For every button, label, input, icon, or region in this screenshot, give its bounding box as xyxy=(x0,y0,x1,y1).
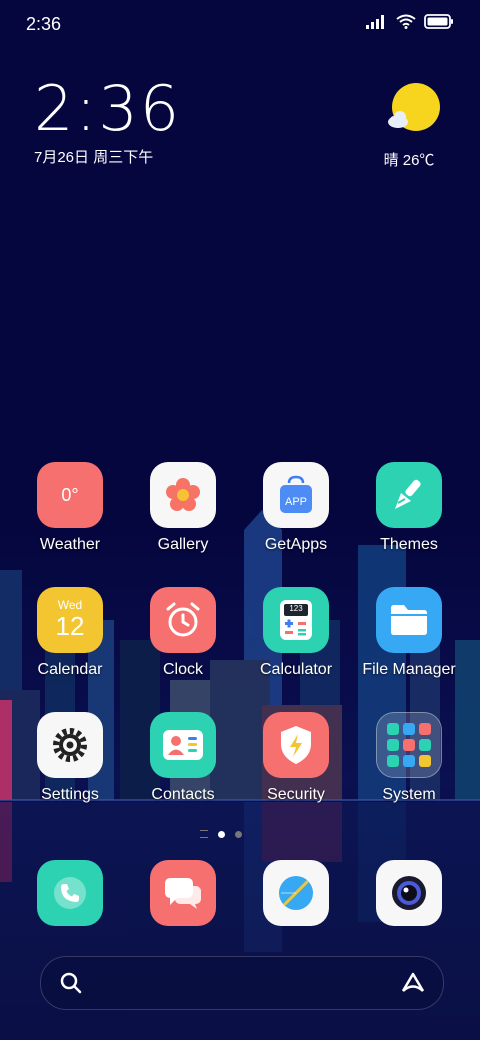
search-bar[interactable] xyxy=(40,956,444,1010)
clock-widget[interactable]: 2:36 7月26日 周三下午 xyxy=(34,78,181,167)
calendar-date: 12 xyxy=(55,611,85,641)
app-label: Security xyxy=(267,786,325,803)
gear-icon xyxy=(37,712,103,778)
dock-camera[interactable] xyxy=(354,860,464,926)
assistant-icon[interactable] xyxy=(399,970,427,999)
weather-icon-text: 0° xyxy=(61,484,79,505)
shopping-bag-icon: APP xyxy=(263,462,329,528)
app-calendar[interactable]: Wed 12 Calendar xyxy=(15,587,125,679)
clock-widget-date: 7月26日 周三下午 xyxy=(34,149,154,166)
browser-compass-icon xyxy=(263,860,329,926)
page-dot-active xyxy=(218,830,225,838)
dock-phone[interactable] xyxy=(15,860,125,926)
calculator-icon: 123 xyxy=(263,587,329,653)
weather-widget[interactable]: 晴 26℃ xyxy=(384,82,444,170)
dock-browser[interactable] xyxy=(241,860,351,926)
app-label: Settings xyxy=(41,786,99,803)
app-label: Calendar xyxy=(37,661,103,678)
clock-widget-time: 2:36 xyxy=(34,72,182,145)
app-weather[interactable]: 0° Weather xyxy=(15,462,125,554)
flower-icon xyxy=(150,462,216,528)
app-label: Clock xyxy=(162,661,203,678)
app-label: Weather xyxy=(39,536,101,553)
app-label: System xyxy=(382,786,436,803)
dock-messages[interactable] xyxy=(128,860,238,926)
app-clock[interactable]: Clock xyxy=(128,587,238,679)
app-themes[interactable]: Themes xyxy=(354,462,464,554)
getapps-icon-text: APP xyxy=(284,496,307,508)
page-list-icon xyxy=(200,830,208,838)
paintbrush-icon xyxy=(376,462,442,528)
app-label: Themes xyxy=(380,536,438,553)
calculator-display: 123 xyxy=(289,604,303,613)
alarm-clock-icon xyxy=(150,587,216,653)
app-label: File Manager xyxy=(362,661,456,678)
app-settings[interactable]: Settings xyxy=(15,712,125,804)
battery-icon xyxy=(424,14,454,34)
app-contacts[interactable]: Contacts xyxy=(128,712,238,804)
app-gallery[interactable]: Gallery xyxy=(128,462,238,554)
wifi-icon xyxy=(396,14,416,34)
app-system-folder[interactable]: System xyxy=(354,712,464,804)
search-icon[interactable] xyxy=(59,971,83,1000)
app-calculator[interactable]: 123 Calculator xyxy=(241,587,351,679)
message-icon xyxy=(150,860,216,926)
app-file-manager[interactable]: File Manager xyxy=(354,587,464,679)
phone-icon xyxy=(37,860,103,926)
app-label: GetApps xyxy=(264,536,328,553)
status-bar: 2:36 xyxy=(0,0,480,50)
weather-temp: 晴 26℃ xyxy=(383,152,435,169)
signal-icon xyxy=(366,14,388,34)
calendar-icon: Wed 12 xyxy=(37,587,103,653)
calendar-day: Wed xyxy=(57,598,83,612)
shield-icon xyxy=(263,712,329,778)
contact-card-icon xyxy=(150,712,216,778)
status-time: 2:36 xyxy=(26,14,62,34)
folder-grid-icon xyxy=(376,712,442,778)
camera-icon xyxy=(376,860,442,926)
weather-icon: 0° xyxy=(37,462,103,528)
page-indicator[interactable] xyxy=(200,830,242,838)
app-label: Contacts xyxy=(151,786,215,803)
app-label: Gallery xyxy=(157,536,209,553)
folder-icon xyxy=(376,587,442,653)
sun-cloud-icon xyxy=(386,83,442,138)
app-label: Calculator xyxy=(259,661,333,678)
app-security[interactable]: Security xyxy=(241,712,351,804)
page-dot xyxy=(235,830,242,838)
app-getapps[interactable]: APP GetApps xyxy=(241,462,351,554)
